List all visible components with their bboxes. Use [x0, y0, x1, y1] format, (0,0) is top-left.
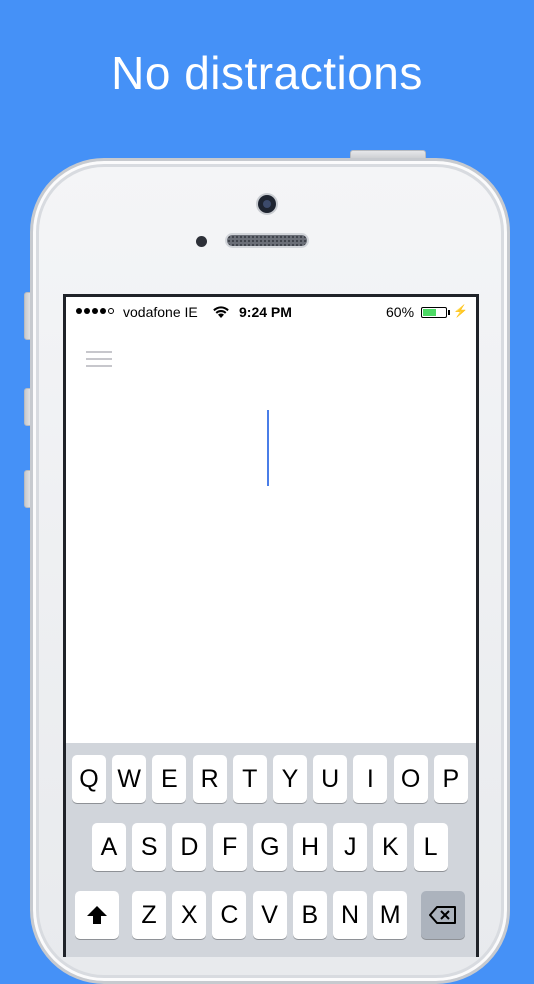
key-l[interactable]: L [413, 823, 448, 871]
keyboard-row-3: ZXCVBNM [66, 891, 476, 939]
key-u[interactable]: U [313, 755, 348, 803]
signal-dot [108, 308, 114, 314]
key-v[interactable]: V [252, 891, 287, 939]
key-s[interactable]: S [132, 823, 167, 871]
signal-dot [92, 308, 98, 314]
key-g[interactable]: G [252, 823, 287, 871]
charging-bolt-icon: ⚡ [453, 304, 468, 318]
key-t[interactable]: T [232, 755, 267, 803]
keyboard-row-2: ASDFGHJKL [66, 823, 476, 871]
key-c[interactable]: C [212, 891, 247, 939]
signal-strength-icon [76, 308, 114, 314]
key-i[interactable]: I [353, 755, 388, 803]
key-o[interactable]: O [393, 755, 428, 803]
shift-arrow-icon [87, 906, 107, 924]
battery-level-fill [423, 309, 437, 316]
status-bar: vodafone IE 9:24 PM 60% ⚡ [66, 297, 476, 327]
key-a[interactable]: A [92, 823, 126, 871]
key-j[interactable]: J [333, 823, 368, 871]
battery-percentage: 60% [386, 304, 415, 320]
key-h[interactable]: H [293, 823, 327, 871]
key-d[interactable]: D [172, 823, 207, 871]
hamburger-menu-icon[interactable] [86, 351, 112, 371]
battery-tip [448, 310, 450, 315]
front-camera [258, 195, 276, 213]
earpiece-speaker [227, 235, 307, 246]
signal-dot [76, 308, 82, 314]
key-q[interactable]: Q [72, 755, 106, 803]
clock: 9:24 PM [239, 304, 292, 320]
key-k[interactable]: K [373, 823, 408, 871]
text-cursor [267, 410, 269, 486]
key-x[interactable]: X [172, 891, 207, 939]
phone-screen: vodafone IE 9:24 PM 60% ⚡ QWERTYUIOP ASD… [63, 294, 479, 957]
signal-dot [100, 308, 106, 314]
key-r[interactable]: R [192, 755, 227, 803]
headline: No distractions [111, 47, 423, 99]
backspace-icon [429, 906, 456, 924]
key-m[interactable]: M [373, 891, 408, 939]
key-b[interactable]: B [292, 891, 327, 939]
key-f[interactable]: F [212, 823, 247, 871]
key-w[interactable]: W [112, 755, 147, 803]
key-p[interactable]: P [433, 755, 468, 803]
delete-key[interactable] [421, 891, 465, 939]
key-y[interactable]: Y [273, 755, 307, 803]
battery-icon [421, 307, 447, 318]
key-e[interactable]: E [152, 755, 187, 803]
keyboard-row-1: QWERTYUIOP [66, 755, 476, 803]
key-n[interactable]: N [333, 891, 367, 939]
signal-dot [84, 308, 90, 314]
shift-key[interactable] [75, 891, 119, 939]
wifi-icon [213, 306, 229, 318]
carrier-name: vodafone IE [123, 304, 198, 320]
keyboard: QWERTYUIOP ASDFGHJKL ZXCVBNM [66, 743, 476, 957]
proximity-sensor [196, 236, 207, 247]
key-z[interactable]: Z [132, 891, 166, 939]
